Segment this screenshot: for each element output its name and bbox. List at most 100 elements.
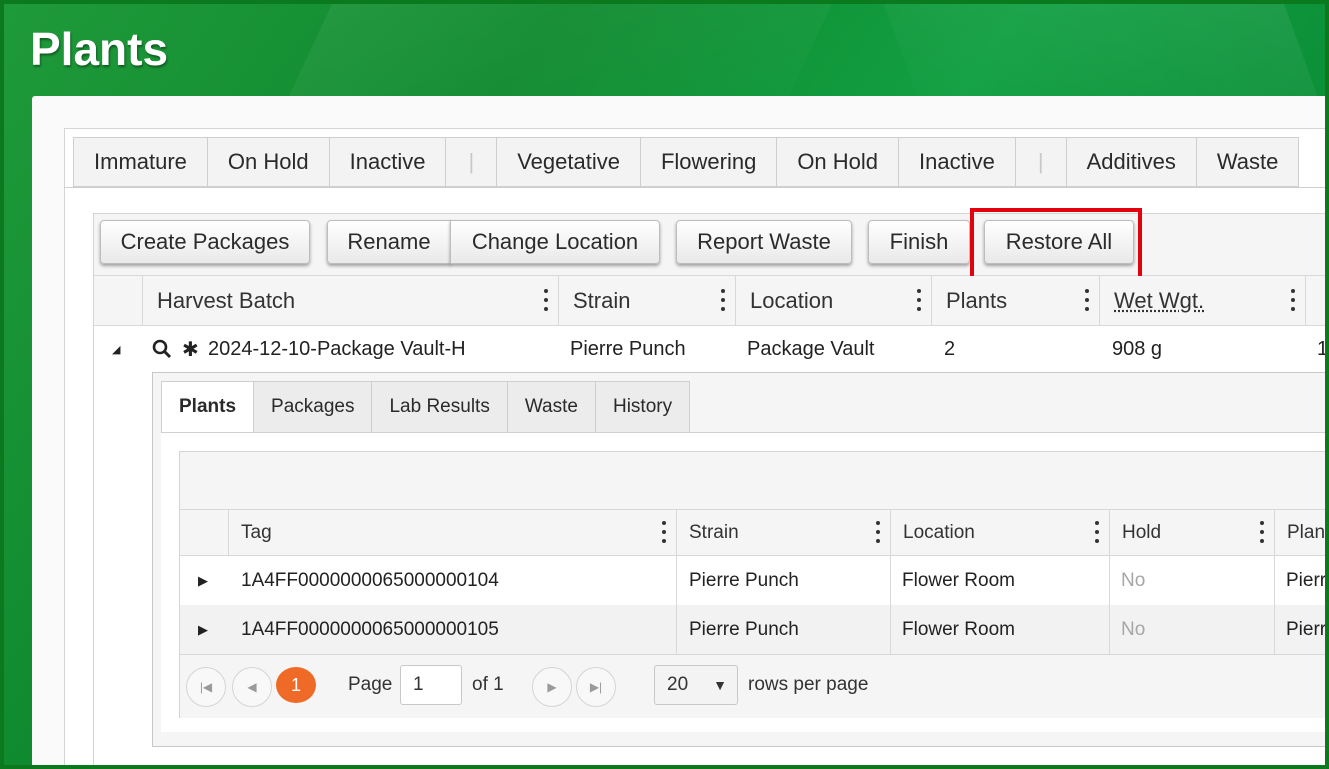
plants-count: 2 <box>944 337 956 360</box>
hold-value: No <box>1121 618 1146 640</box>
column-header-plants[interactable]: Plants <box>931 276 1099 326</box>
column-header-partial <box>1305 276 1325 326</box>
create-packages-button[interactable]: Create Packages <box>100 220 310 264</box>
tab-immature[interactable]: Immature <box>73 137 208 187</box>
tab-inactive-immature[interactable]: Inactive <box>328 137 447 187</box>
column-header-label: Plan <box>1287 522 1326 543</box>
page-size-value: 20 <box>667 674 689 695</box>
page-input[interactable]: 1 <box>400 665 462 705</box>
column-header-strain[interactable]: Strain <box>676 510 890 556</box>
tab-vegetative[interactable]: Vegetative <box>496 137 641 187</box>
detail-body: Tag Strain Location Hold Plan ▶ 1A4FF000… <box>161 432 1327 732</box>
tab-history[interactable]: History <box>594 381 691 433</box>
search-icon[interactable] <box>152 326 174 372</box>
tab-inactive-plants[interactable]: Inactive <box>898 137 1016 187</box>
partial-value: Pierr <box>1286 618 1327 640</box>
column-menu-icon[interactable] <box>1291 289 1295 311</box>
current-page-badge[interactable]: 1 <box>276 667 316 703</box>
detail-panel: Plants Packages Lab Results Waste Histor… <box>152 372 1327 747</box>
column-header-partial[interactable]: Plan <box>1274 510 1326 556</box>
page-count: of 1 <box>472 674 504 695</box>
detail-tabstrip: Plants Packages Lab Results Waste Histor… <box>161 381 691 433</box>
tag-value: 1A4FF0000000065000000104 <box>241 569 499 591</box>
page-size-select[interactable]: 20 ▼ <box>654 665 738 705</box>
strain-value: Pierre Punch <box>689 569 799 591</box>
subgrid-toolbar <box>180 452 1325 510</box>
tab-additives[interactable]: Additives <box>1065 137 1197 187</box>
plants-subgrid: Tag Strain Location Hold Plan ▶ 1A4FF000… <box>179 451 1327 718</box>
table-row[interactable]: ◢ ✱ 2024-12-10-Package Vault-H Pierre Pu… <box>94 326 1325 372</box>
grid-toolbar: Create Packages Rename Change Location R… <box>94 208 1325 280</box>
column-header-strain[interactable]: Strain <box>558 276 735 326</box>
column-header-location[interactable]: Location <box>735 276 931 326</box>
column-header-label: Strain <box>573 288 631 313</box>
location-value: Flower Room <box>902 569 1015 591</box>
expand-arrow-icon[interactable]: ▶ <box>198 556 208 605</box>
column-header-harvest-batch[interactable]: Harvest Batch <box>142 276 558 326</box>
page-title: Plants <box>30 23 169 75</box>
last-page-icon[interactable]: ▶| <box>576 667 616 707</box>
column-header-tag[interactable]: Tag <box>228 510 676 556</box>
column-header-label: Harvest Batch <box>157 288 296 313</box>
pager: |◀ ◀ 1 Page 1 of 1 ▶ ▶| 20 ▼ rows per pa… <box>180 654 1325 718</box>
strain-value: Pierre Punch <box>689 618 799 640</box>
hold-value: No <box>1121 569 1146 591</box>
column-menu-icon[interactable] <box>876 521 880 543</box>
tab-container: Immature On Hold Inactive | Vegetative F… <box>64 128 1327 765</box>
asterisk-icon[interactable]: ✱ <box>182 326 202 372</box>
next-page-icon[interactable]: ▶ <box>532 667 572 707</box>
first-page-icon[interactable]: |◀ <box>186 667 226 707</box>
tab-flowering[interactable]: Flowering <box>639 137 778 187</box>
column-menu-icon[interactable] <box>1260 521 1264 543</box>
tab-on-hold-immature[interactable]: On Hold <box>206 137 330 187</box>
tabstrip-divider <box>65 187 1325 188</box>
column-menu-icon[interactable] <box>1085 289 1089 311</box>
column-header-hold[interactable]: Hold <box>1109 510 1274 556</box>
top-tabstrip: Immature On Hold Inactive | Vegetative F… <box>73 137 1300 187</box>
column-header-label: Location <box>903 522 975 543</box>
main-panel: Immature On Hold Inactive | Vegetative F… <box>32 96 1327 765</box>
tab-on-hold-plants[interactable]: On Hold <box>776 137 900 187</box>
column-header-label: Wet Wgt. <box>1114 288 1205 313</box>
change-location-button[interactable]: Change Location <box>450 220 660 264</box>
harvest-batch-grid: Create Packages Rename Change Location R… <box>93 208 1327 765</box>
wet-weight-value: 908 g <box>1112 337 1163 360</box>
column-header-location[interactable]: Location <box>890 510 1109 556</box>
strain-value: Pierre Punch <box>570 337 686 360</box>
expand-arrow-icon[interactable]: ▶ <box>198 605 208 654</box>
location-value: Flower Room <box>902 618 1015 640</box>
table-row[interactable]: ▶ 1A4FF0000000065000000104 Pierre Punch … <box>180 556 1327 605</box>
finish-button[interactable]: Finish <box>868 220 970 264</box>
rows-per-page-label: rows per page <box>748 674 869 695</box>
column-header-label: Tag <box>241 522 272 543</box>
tag-value: 1A4FF0000000065000000105 <box>241 618 499 640</box>
column-header-label: Strain <box>689 522 739 543</box>
tab-waste[interactable]: Waste <box>506 381 596 433</box>
collapse-arrow-icon[interactable]: ◢ <box>112 326 126 372</box>
tab-plants[interactable]: Plants <box>161 381 255 433</box>
column-menu-icon[interactable] <box>662 521 666 543</box>
location-value: Package Vault <box>747 337 875 360</box>
column-menu-icon[interactable] <box>917 289 921 311</box>
highlight-box <box>970 208 1142 280</box>
rename-button[interactable]: Rename <box>327 220 451 264</box>
page-label: Page <box>348 674 393 695</box>
report-waste-button[interactable]: Report Waste <box>676 220 852 264</box>
partial-value: Pierr <box>1286 569 1327 591</box>
grid-header: Harvest Batch Strain Location Plants Wet… <box>94 276 1325 326</box>
previous-page-icon[interactable]: ◀ <box>232 667 272 707</box>
column-header-wet-weight[interactable]: Wet Wgt. <box>1099 276 1305 326</box>
tab-lab-results[interactable]: Lab Results <box>371 381 508 433</box>
harvest-batch-name: 2024-12-10-Package Vault-H <box>208 337 466 360</box>
tab-waste[interactable]: Waste <box>1195 137 1300 187</box>
column-header-label: Plants <box>946 288 1008 313</box>
window-frame: Plants Immature On Hold Inactive | Veget… <box>0 0 1329 769</box>
column-header-label: Location <box>750 288 834 313</box>
column-header-label: Hold <box>1122 522 1162 543</box>
table-row[interactable]: ▶ 1A4FF0000000065000000105 Pierre Punch … <box>180 605 1327 654</box>
tab-packages[interactable]: Packages <box>253 381 373 433</box>
column-menu-icon[interactable] <box>544 289 548 311</box>
column-menu-icon[interactable] <box>1095 521 1099 543</box>
tab-separator: | <box>1014 137 1067 187</box>
column-menu-icon[interactable] <box>721 289 725 311</box>
